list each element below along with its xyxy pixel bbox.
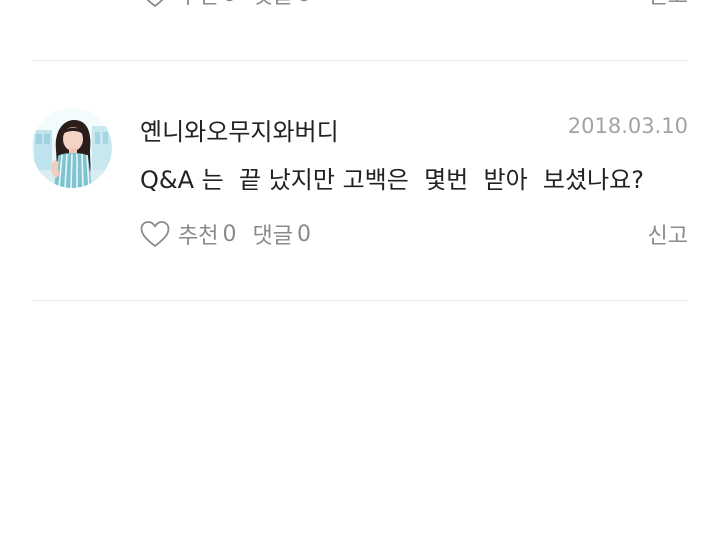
like-label: 추천	[178, 224, 219, 249]
reply-button[interactable]: 댓글 0	[252, 218, 310, 250]
like-button[interactable]: 추천 0	[140, 218, 236, 250]
comment-item: 옌니와오무지와버디 2018.03.10 Q&A 는 끝 났지만 고백은 몇번 …	[32, 60, 688, 301]
comment-item-previous: 추천 0 댓글 0 신고	[32, 0, 688, 61]
report-button[interactable]: 신고	[648, 218, 688, 250]
reply-button[interactable]: 댓글 0	[252, 0, 310, 10]
avatar[interactable]	[32, 108, 112, 188]
like-label: 추천	[178, 0, 218, 10]
comment-author[interactable]: 옌니와오무지와버디	[140, 112, 339, 147]
reply-label: 댓글	[252, 224, 293, 249]
like-count: 0	[222, 221, 237, 247]
comment-actions: 추천 0 댓글 0 신고	[140, 0, 688, 10]
heart-outline-icon	[140, 221, 170, 247]
profile-photo	[32, 108, 112, 188]
heart-outline-icon	[146, 0, 164, 7]
like-count: 0	[222, 0, 236, 7]
like-button[interactable]: 추천 0	[140, 0, 236, 10]
report-button[interactable]: 신고	[648, 0, 688, 10]
comment-actions: 추천 0 댓글 0 신고	[140, 218, 688, 250]
comment-date: 2018.03.10	[567, 114, 688, 138]
comment-body: Q&A 는 끝 났지만 고백은 몇번 받아 보셨나요?	[140, 166, 644, 194]
reply-count: 0	[296, 221, 311, 247]
reply-count: 0	[297, 0, 311, 7]
reply-label: 댓글	[252, 0, 292, 10]
